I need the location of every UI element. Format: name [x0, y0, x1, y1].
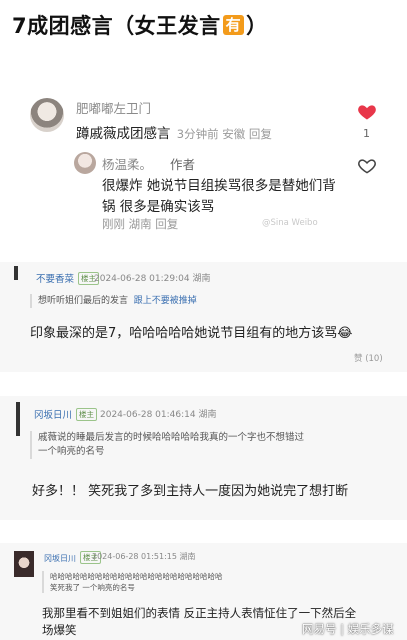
reply-text: 很爆炸 她说节目组挨骂很多是替她们背锅 很多是确实该骂 [102, 178, 336, 215]
reply-meta[interactable]: 刚刚 湖南 回复 [102, 216, 178, 232]
quote-text: 想听听姐们最后的发言 [38, 296, 129, 306]
avatar [14, 266, 18, 280]
comment-meta[interactable]: 3分钟前 安徽 回复 [177, 127, 272, 141]
footer-watermark: 网易号 | 娱乐多谋 [302, 622, 394, 636]
panel-username[interactable]: 冈坂日川 楼主 [34, 407, 98, 421]
quoted-comment: 戚薇说的睡最后发言的时候哈哈哈哈哈我真的一个字也不想错过 一个响亮的名号 [30, 431, 304, 459]
author-label: 作者 [170, 157, 196, 172]
comment-username[interactable]: 肥嘟嘟左卫门 [76, 98, 151, 117]
quote-link[interactable]: 跟上不要被推掉 [134, 296, 197, 306]
reply-avatar[interactable] [74, 152, 96, 174]
panel-time: 2024-06-28 01:46:14 湖南 [100, 410, 217, 420]
avatar[interactable] [30, 98, 64, 132]
comment-body: 蹲戚薇成团感言 [76, 126, 171, 142]
panel-body: 好多！！ 笑死我了多到主持人一度因为她说完了想打断 [32, 484, 349, 499]
quote-text: 哈哈哈哈哈哈哈哈哈哈哈哈哈哈哈哈哈哈哈哈哈哈哈 [50, 572, 223, 581]
panel-body: 印象最深的是7，哈哈哈哈哈她说节目组有的地方该骂😂 [30, 326, 353, 341]
like-count: 1 [363, 127, 370, 140]
quote-text: 笑死我了 一个响亮的名号 [50, 583, 135, 592]
reply-username-row: 杨温柔。 作者 [102, 154, 195, 173]
watermark: @Sina Weibo [262, 218, 318, 228]
avatar [16, 402, 20, 436]
page-title: 7成团感言（女王发言有） [12, 10, 268, 40]
op-tag: 楼主 [76, 408, 98, 421]
comment-card: 肥嘟嘟左卫门 蹲戚薇成团感言 3分钟前 安徽 回复 1 杨温柔。 作者 很爆炸 她… [0, 86, 407, 241]
page-title-suffix: ） [246, 14, 268, 38]
page-title-text: 7成团感言（女王发言 [12, 14, 221, 38]
quoted-comment: 想听听姐们最后的发言 跟上不要被推掉 [30, 294, 197, 308]
comment-text: 蹲戚薇成团感言 3分钟前 安徽 回复 [76, 122, 272, 142]
quote-text: 一个响亮的名号 [38, 446, 105, 457]
heart-filled-icon[interactable] [357, 102, 377, 122]
panel-time: 2024-06-28 01:29:04 湖南 [94, 274, 211, 284]
screenshot-panel-2: 冈坂日川 楼主 2024-06-28 01:46:14 湖南 戚薇说的睡最后发言的… [0, 396, 407, 520]
heart-outline-icon[interactable] [357, 156, 377, 176]
avatar [14, 551, 34, 577]
quote-text: 戚薇说的睡最后发言的时候哈哈哈哈哈我真的一个字也不想错过 [38, 432, 305, 443]
reply-username[interactable]: 杨温柔。 [102, 157, 152, 172]
panel-username[interactable]: 不要香菜 楼主 [36, 271, 100, 285]
quoted-comment: 哈哈哈哈哈哈哈哈哈哈哈哈哈哈哈哈哈哈哈哈哈哈哈 笑死我了 一个响亮的名号 [42, 571, 223, 593]
panel-time: 2024-06-28 01:51:15 湖南 [92, 552, 196, 561]
like-button[interactable]: 赞 (10) [354, 352, 383, 364]
screenshot-panel-1: 不要香菜 楼主 2024-06-28 01:29:04 湖南 想听听姐们最后的发言… [0, 262, 407, 372]
title-badge: 有 [222, 15, 245, 35]
